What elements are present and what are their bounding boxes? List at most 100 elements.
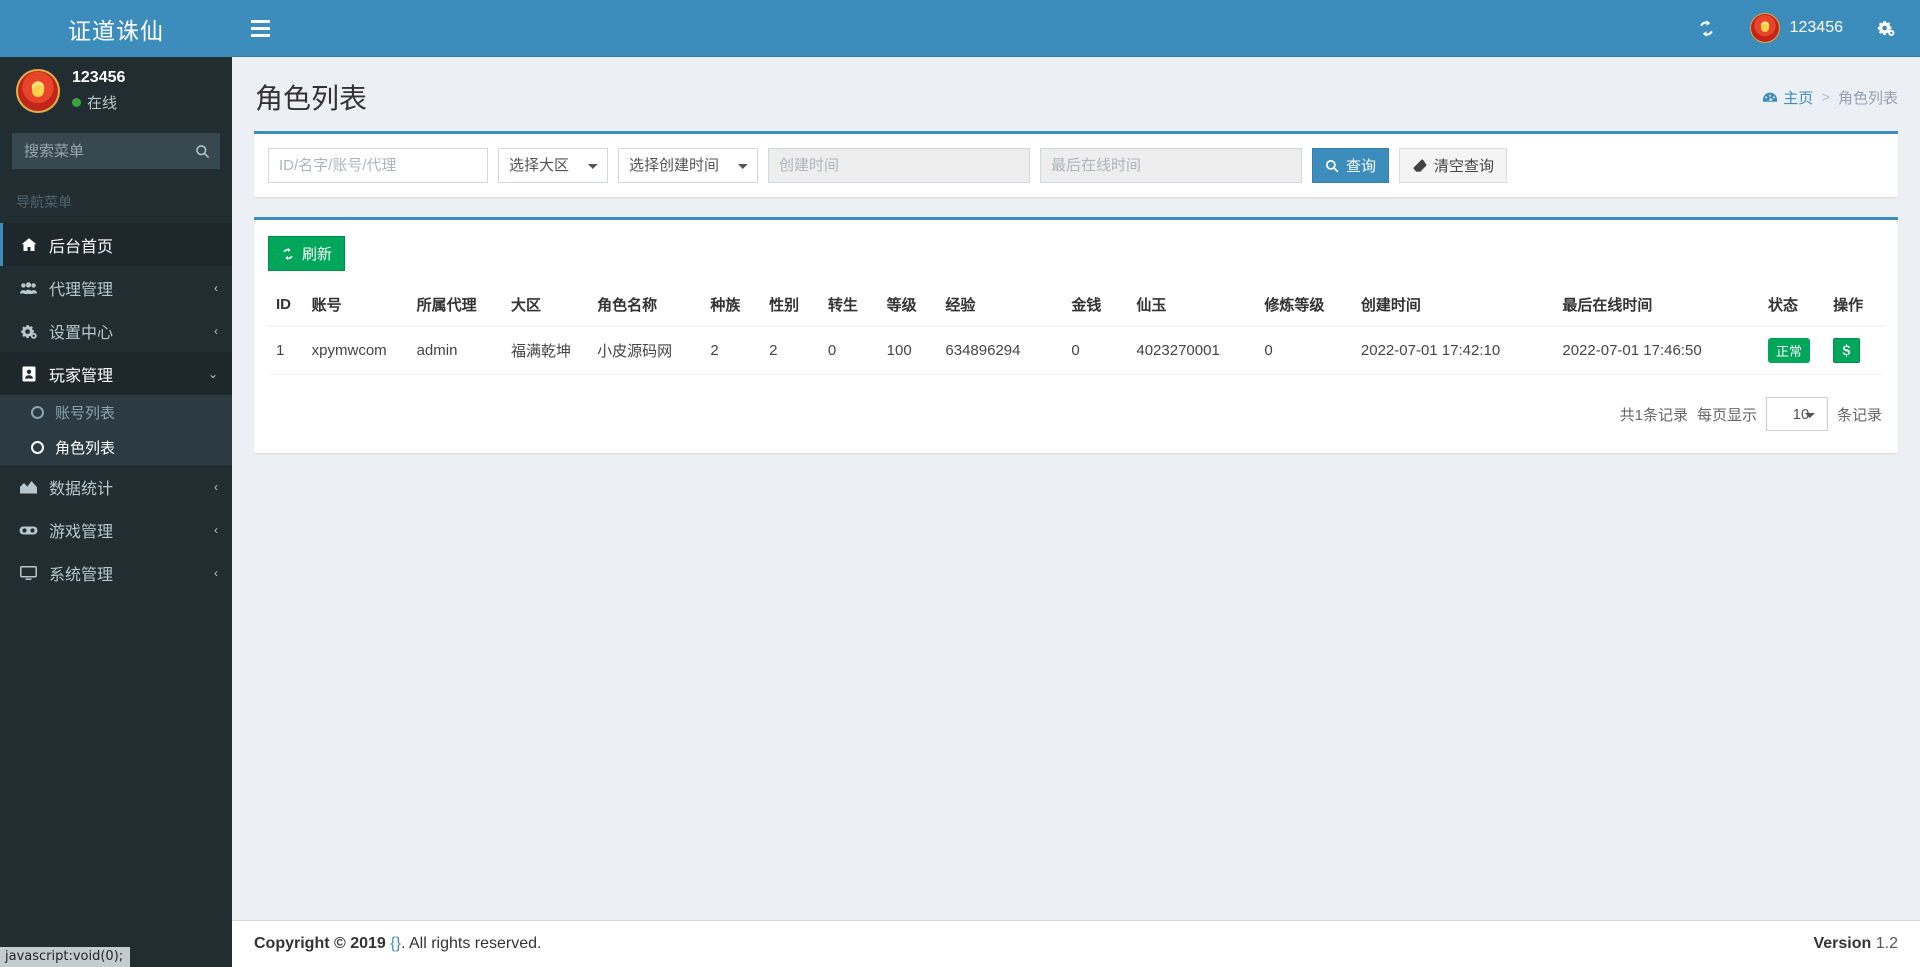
status-badge: 正常 (1768, 338, 1811, 363)
sidebar-user-name: 123456 (72, 69, 126, 86)
gamepad-icon (19, 521, 38, 538)
sidebar-logo-text: 证道诛仙 (68, 17, 164, 44)
sidebar-item-statistics[interactable]: 数据统计 ‹ (0, 465, 232, 508)
per-page-select[interactable]: 10 (1765, 397, 1828, 431)
sidebar-user-panel[interactable]: 123456 在线 (0, 57, 232, 125)
header-user-menu[interactable]: 123456 (1733, 0, 1860, 57)
chevron-left-icon: ‹ (214, 323, 218, 338)
cell-money: 0 (1063, 326, 1129, 375)
table-row[interactable]: 1 xpymwcom admin 福满乾坤 小皮源码网 2 2 0 100 63… (268, 326, 1884, 375)
column-header-cultivation[interactable]: 修炼等级 (1256, 284, 1353, 327)
refresh-icon (281, 245, 295, 262)
content-header: 角色列表 主页 > 角色列表 (232, 57, 1920, 131)
cell-race: 2 (702, 326, 762, 375)
column-header-jade[interactable]: 仙玉 (1128, 284, 1257, 327)
copyright-link[interactable]: {} (390, 935, 401, 952)
home-icon (19, 236, 38, 253)
cell-rebirth: 0 (819, 326, 879, 375)
sidebar-item-label: 设置中心 (49, 324, 114, 342)
sidebar-item-account-list[interactable]: 账号列表 (0, 395, 232, 430)
sidebar-item-settings-center[interactable]: 设置中心 ‹ (0, 309, 232, 352)
menu-icon[interactable] (232, 0, 288, 57)
sidebar-item-label: 代理管理 (49, 281, 114, 299)
dollar-icon[interactable] (1833, 338, 1861, 363)
column-header-region[interactable]: 大区 (503, 284, 590, 327)
sidebar-item-agent-management[interactable]: 代理管理 ‹ (0, 266, 232, 309)
column-header-race[interactable]: 种族 (702, 284, 762, 327)
column-header-agent[interactable]: 所属代理 (408, 284, 504, 327)
avatar (1749, 13, 1780, 43)
cell-gender: 2 (761, 326, 820, 375)
search-button-label: 查询 (1346, 158, 1377, 175)
sidebar-user-info: 123456 在线 (72, 69, 125, 113)
clear-search-button-label: 清空查询 (1434, 158, 1495, 175)
circle-o-icon (31, 406, 44, 419)
search-button[interactable]: 查询 (1312, 148, 1390, 183)
sidebar-item-player-management[interactable]: 玩家管理 ⌄ (0, 352, 232, 395)
pagination-bar: 共1条记录 每页显示 10 条记录 (268, 375, 1884, 443)
last-online-time-input[interactable] (1040, 148, 1302, 183)
sidebar-logo[interactable]: 证道诛仙 (0, 0, 232, 57)
cell-region: 福满乾坤 (503, 326, 590, 375)
create-time-input[interactable] (768, 148, 1030, 183)
dashboard-icon (1763, 89, 1778, 106)
cell-jade: 4023270001 (1128, 326, 1257, 375)
region-select[interactable]: 选择大区 (498, 148, 608, 183)
role-table: ID 账号 所属代理 大区 角色名称 种族 性别 转生 等级 经验 金钱 仙玉 … (268, 284, 1884, 375)
column-header-money[interactable]: 金钱 (1063, 284, 1129, 327)
sidebar-item-dashboard[interactable]: 后台首页 (0, 223, 232, 266)
clear-search-button[interactable]: 清空查询 (1399, 148, 1508, 183)
cell-role-name: 小皮源码网 (589, 326, 703, 375)
header-right-actions: 123456 (1680, 0, 1920, 57)
eraser-icon (1412, 157, 1427, 174)
column-header-gender[interactable]: 性别 (761, 284, 820, 327)
sidebar-item-role-list[interactable]: 角色列表 (0, 430, 232, 465)
create-time-type-select[interactable]: 选择创建时间 (618, 148, 758, 183)
breadcrumb-home-label: 主页 (1783, 89, 1814, 107)
cell-agent: admin (408, 326, 504, 375)
search-icon[interactable] (185, 134, 219, 168)
sidebar-submenu-player-management: 账号列表 角色列表 (0, 395, 232, 465)
version-info: Version 1.2 (1813, 935, 1898, 953)
column-header-status[interactable]: 状态 (1760, 284, 1826, 327)
page-footer: Copyright © 2019 {}. All rights reserved… (232, 920, 1920, 967)
sidebar-subitem-label: 角色列表 (55, 440, 116, 457)
column-header-create-time[interactable]: 创建时间 (1352, 284, 1555, 327)
filter-panel: 选择大区 选择创建时间 查询 (254, 131, 1898, 197)
column-header-last-online[interactable]: 最后在线时间 (1554, 284, 1761, 327)
gears-icon (19, 322, 38, 339)
cell-cultivation: 0 (1256, 326, 1353, 375)
column-header-exp[interactable]: 经验 (937, 284, 1064, 327)
gear-icon[interactable] (1860, 0, 1912, 57)
browser-status-bar: javascript:void(0); (0, 947, 131, 967)
search-input[interactable] (268, 148, 488, 183)
search-icon (1325, 157, 1339, 174)
pagination-suffix: 条记录 (1836, 406, 1882, 424)
sidebar-item-label: 数据统计 (49, 480, 114, 498)
column-header-level[interactable]: 等级 (878, 284, 938, 327)
sidebar-item-game-management[interactable]: 游戏管理 ‹ (0, 508, 232, 551)
page-title: 角色列表 (255, 83, 368, 114)
chart-area-icon (19, 478, 38, 495)
column-header-role-name[interactable]: 角色名称 (589, 284, 703, 327)
chevron-left-icon: ‹ (214, 280, 218, 295)
sidebar-item-system-management[interactable]: 系统管理 ‹ (0, 551, 232, 594)
breadcrumb-home-link[interactable]: 主页 (1763, 87, 1813, 108)
table-header-row: ID 账号 所属代理 大区 角色名称 种族 性别 转生 等级 经验 金钱 仙玉 … (268, 284, 1884, 327)
online-dot-icon (72, 98, 81, 107)
breadcrumb-separator: > (1821, 88, 1830, 106)
avatar (16, 69, 60, 113)
cell-create-time: 2022-07-01 17:42:10 (1352, 326, 1555, 375)
cell-id: 1 (268, 326, 304, 375)
column-header-rebirth[interactable]: 转生 (819, 284, 879, 327)
table-body: 1 xpymwcom admin 福满乾坤 小皮源码网 2 2 0 100 63… (268, 326, 1884, 375)
cell-status: 正常 (1760, 326, 1826, 375)
column-header-id[interactable]: ID (268, 284, 304, 327)
column-header-account[interactable]: 账号 (303, 284, 409, 327)
refresh-icon[interactable] (1680, 0, 1733, 57)
column-header-action[interactable]: 操作 (1825, 284, 1884, 327)
header-user-name: 123456 (1789, 19, 1843, 36)
sidebar-subitem-label: 账号列表 (55, 405, 116, 422)
refresh-button[interactable]: 刷新 (268, 236, 346, 271)
id-card-icon (19, 365, 38, 382)
